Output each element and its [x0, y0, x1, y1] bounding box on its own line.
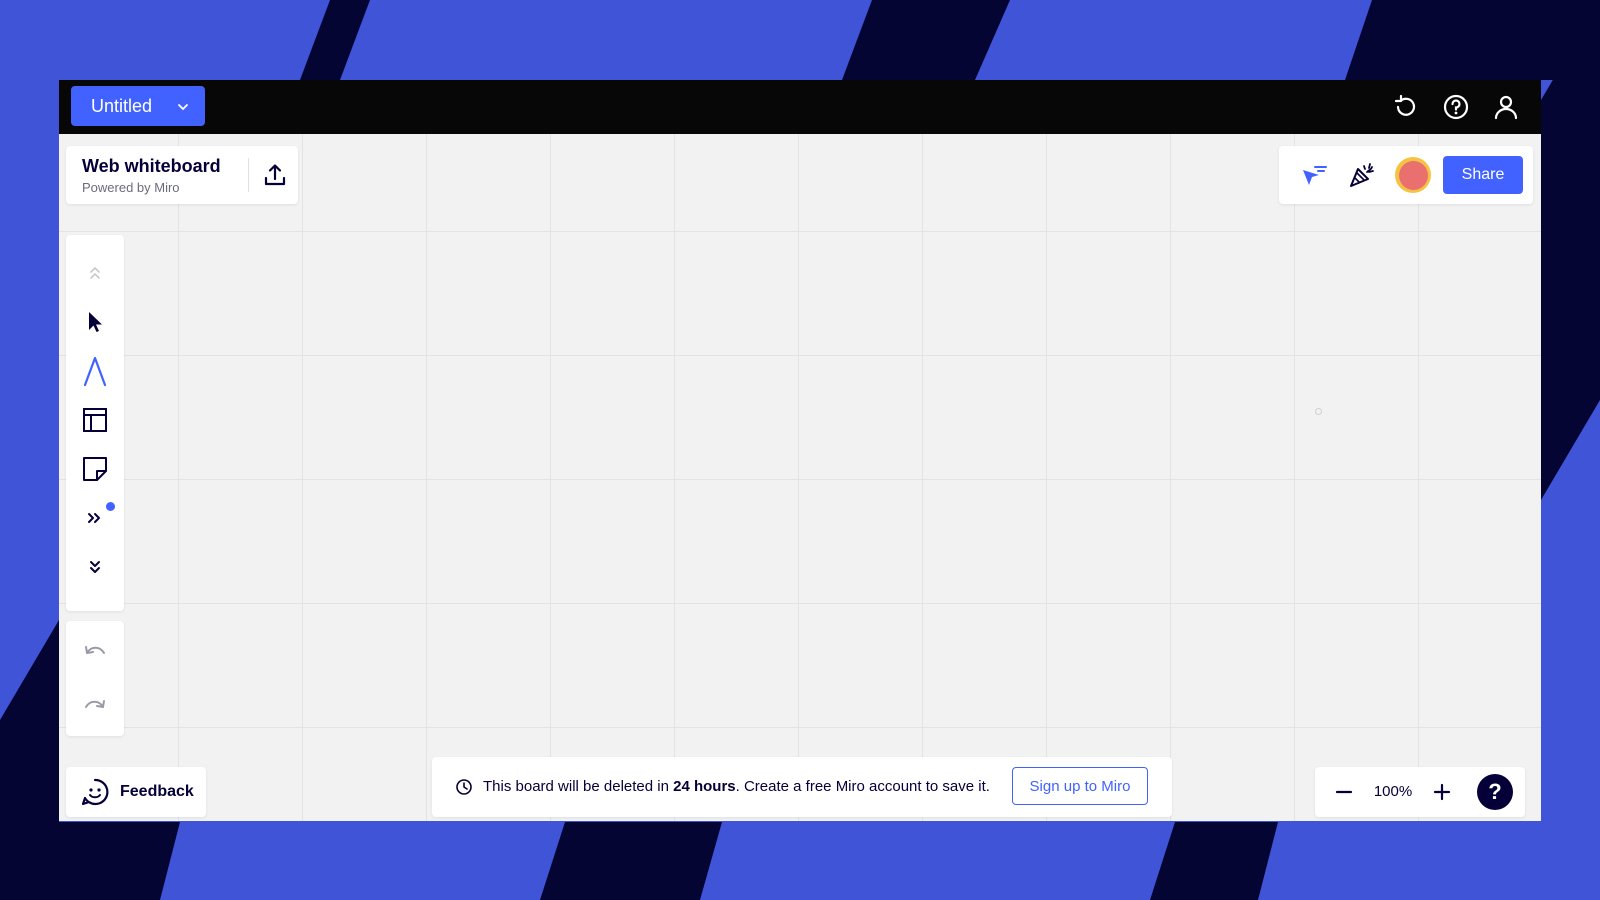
- collapse-up-icon[interactable]: [75, 253, 115, 293]
- share-button[interactable]: Share: [1443, 156, 1523, 194]
- zoom-in-icon[interactable]: [1427, 777, 1457, 807]
- notice-emphasis: 24 hours: [673, 778, 736, 795]
- deletion-notice: This board will be deleted in 24 hours. …: [432, 757, 1172, 817]
- signup-button[interactable]: Sign up to Miro: [1012, 767, 1148, 805]
- undo-icon[interactable]: [75, 631, 115, 671]
- history-toolbar: [66, 621, 124, 736]
- user-icon[interactable]: [1491, 92, 1521, 122]
- cursor-filter-icon[interactable]: [1297, 158, 1331, 192]
- divider: [248, 158, 249, 192]
- help-button[interactable]: ?: [1477, 774, 1513, 810]
- board-subtitle: Powered by Miro: [82, 180, 180, 195]
- tools-toolbar: [66, 235, 124, 611]
- celebrate-icon[interactable]: [1345, 158, 1379, 192]
- select-cursor-icon[interactable]: [75, 302, 115, 342]
- top-bar: Untitled: [59, 80, 1541, 134]
- chevron-down-icon: [178, 104, 188, 111]
- upload-icon[interactable]: [258, 158, 292, 192]
- help-circle-icon[interactable]: [1441, 92, 1471, 122]
- zoom-out-icon[interactable]: [1329, 777, 1359, 807]
- notification-dot: [106, 502, 115, 511]
- feedback-label: Feedback: [120, 783, 194, 800]
- miro-board-window: Untitled Web whiteboard Powered by Miro: [59, 80, 1541, 821]
- board-title-dropdown[interactable]: Untitled: [71, 86, 205, 126]
- board-name: Web whiteboard: [82, 156, 221, 176]
- notice-text: This board will be deleted in 24 hours. …: [483, 778, 990, 795]
- template-frame-icon[interactable]: [75, 400, 115, 440]
- feedback-button[interactable]: Feedback: [66, 767, 206, 817]
- history-icon[interactable]: [1391, 92, 1421, 122]
- zoom-controls: 100% ?: [1315, 767, 1525, 817]
- zoom-level[interactable]: 100%: [1369, 783, 1417, 800]
- expand-down-icon[interactable]: [75, 547, 115, 587]
- text-font-icon[interactable]: [75, 351, 115, 391]
- avatar[interactable]: [1395, 157, 1431, 193]
- board-canvas[interactable]: [59, 134, 1541, 821]
- board-info-panel: Web whiteboard Powered by Miro: [66, 146, 298, 204]
- collaboration-panel: Share: [1279, 146, 1533, 204]
- sticky-note-icon[interactable]: [75, 449, 115, 489]
- canvas-dot: [1315, 408, 1322, 415]
- board-title: Untitled: [91, 95, 153, 116]
- clock-icon: [454, 777, 474, 797]
- redo-icon[interactable]: [75, 685, 115, 725]
- smiley-icon: [80, 777, 110, 807]
